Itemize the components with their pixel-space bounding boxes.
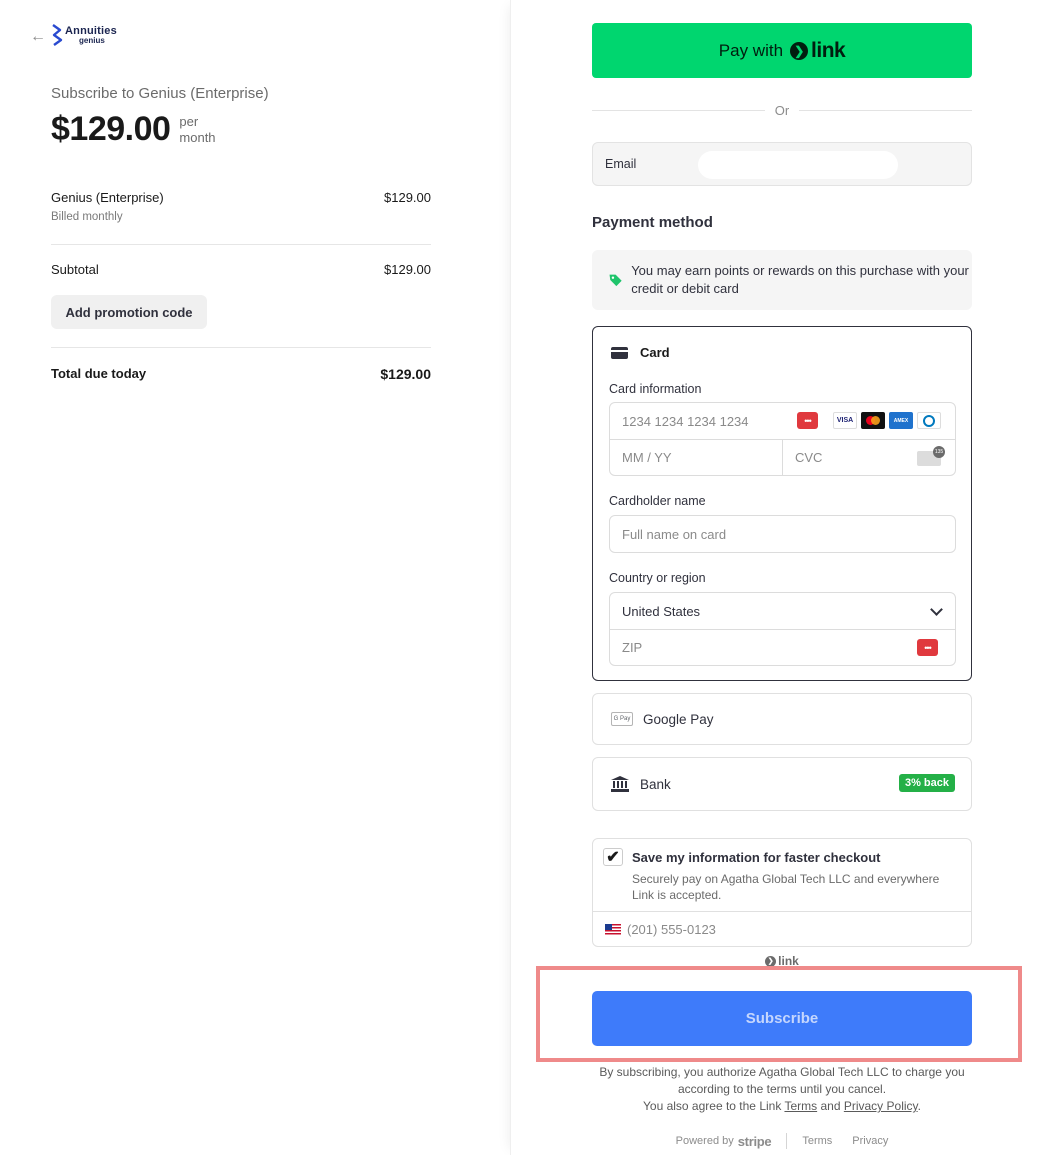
link-chevron-icon: ❯	[765, 955, 777, 967]
google-pay-option[interactable]: G Pay Google Pay	[592, 693, 972, 745]
footer: Powered by stripe Terms Privacy	[592, 1133, 972, 1149]
legal-line-2: You also agree to the Link Terms and Pri…	[643, 1099, 921, 1113]
price-amount: $129.00	[51, 110, 171, 148]
save-info-description: Securely pay on Agatha Global Tech LLC a…	[632, 872, 940, 902]
link-logo: ❯ link	[790, 38, 846, 63]
bank-label: Bank	[640, 776, 671, 792]
total-row: Total due today $129.00	[51, 366, 431, 382]
total-label: Total due today	[51, 366, 147, 381]
expiry-cvc-row: MM / YY CVC	[610, 439, 955, 476]
total-value: $129.00	[380, 366, 431, 382]
bank-option[interactable]: Bank 3% back	[592, 757, 972, 811]
email-field[interactable]: Email	[592, 142, 972, 186]
line-item-billing: Billed monthly	[51, 211, 123, 223]
save-info-box: ✔ Save my information for faster checkou…	[592, 838, 972, 947]
pay-with-text: Pay with	[718, 40, 784, 60]
tag-icon	[609, 274, 622, 287]
subtotal-value: $129.00	[384, 262, 431, 277]
cardholder-name-input[interactable]: Full name on card	[609, 515, 956, 553]
autofill-icon[interactable]: •••	[917, 639, 938, 656]
privacy-policy-link[interactable]: Privacy Policy	[844, 1099, 918, 1113]
cardholder-label: Cardholder name	[609, 494, 706, 508]
merchant-logo[interactable]: Annuities genius	[51, 24, 117, 48]
payment-method-title: Payment method	[592, 214, 713, 231]
zip-placeholder: ZIP	[622, 640, 643, 655]
country-value: United States	[622, 603, 701, 619]
country-label: Country or region	[609, 571, 706, 585]
google-pay-icon: G Pay	[611, 712, 633, 726]
cvc-placeholder: CVC	[795, 450, 823, 465]
card-payment-option[interactable]: Card Card information 1234 1234 1234 123…	[592, 326, 972, 681]
cashback-badge: 3% back	[898, 774, 955, 792]
subtotal-row: Subtotal $129.00	[51, 262, 431, 277]
zip-input[interactable]: ZIP •••	[610, 629, 955, 665]
us-flag-icon[interactable]	[605, 924, 621, 935]
footer-separator	[786, 1133, 788, 1149]
save-info-checkbox[interactable]: ✔	[603, 848, 623, 866]
email-redacted-value	[698, 151, 898, 179]
country-select[interactable]: United States	[610, 593, 955, 629]
footer-privacy-link[interactable]: Privacy	[852, 1135, 888, 1147]
pay-with-link-button[interactable]: Pay with ❯ link	[592, 23, 972, 78]
legal-line-1: By subscribing, you authorize Agatha Glo…	[599, 1065, 965, 1096]
link-chevron-icon: ❯	[790, 41, 809, 60]
cvc-input[interactable]: CVC	[782, 439, 955, 476]
card-header-label: Card	[640, 345, 670, 360]
add-promotion-code-button[interactable]: Add promotion code	[51, 295, 207, 329]
link-word: link	[811, 38, 846, 62]
line-item-price: $129.00	[384, 190, 431, 205]
back-arrow-icon[interactable]: ←	[30, 29, 46, 45]
country-zip-group: United States ZIP •••	[609, 592, 956, 666]
rewards-notice: You may earn points or rewards on this p…	[592, 250, 972, 310]
annuities-logo-icon	[52, 24, 63, 46]
price-row: $129.00 per month	[51, 110, 229, 149]
subscribe-button[interactable]: Subscribe	[592, 991, 972, 1046]
expiry-input[interactable]: MM / YY	[610, 440, 782, 476]
mastercard-icon	[861, 412, 885, 429]
cvc-card-icon	[917, 445, 945, 466]
divider	[51, 347, 431, 348]
product-title: Subscribe to Genius (Enterprise)	[51, 85, 269, 102]
divider	[51, 244, 431, 245]
legal-text: By subscribing, you authorize Agatha Glo…	[592, 1064, 972, 1115]
bank-icon	[611, 776, 629, 792]
cardholder-placeholder: Full name on card	[622, 526, 727, 542]
phone-placeholder: (201) 555-0123	[627, 922, 716, 937]
save-info-title: Save my information for faster checkout	[632, 850, 881, 865]
powered-by-text: Powered by	[675, 1135, 734, 1147]
line-item: Genius (Enterprise) Billed monthly $129.…	[51, 190, 431, 223]
amex-icon: AMEX	[889, 412, 913, 429]
diners-club-icon	[917, 412, 941, 429]
phone-input[interactable]: (201) 555-0123	[593, 911, 971, 947]
email-label: Email	[605, 157, 637, 171]
card-number-placeholder: 1234 1234 1234 1234	[622, 413, 749, 429]
or-text: Or	[774, 102, 790, 118]
price-period: per month	[179, 113, 216, 145]
link-terms-link[interactable]: Terms	[784, 1099, 817, 1113]
card-brands: VISA AMEX	[833, 412, 941, 429]
credit-card-icon	[611, 346, 628, 359]
autofill-icon[interactable]: •••	[797, 412, 818, 429]
footer-terms-link[interactable]: Terms	[802, 1135, 832, 1147]
card-info-label: Card information	[609, 382, 702, 396]
chevron-down-icon	[930, 603, 943, 616]
visa-icon: VISA	[833, 412, 857, 429]
card-info-group: 1234 1234 1234 1234 ••• VISA AMEX MM / Y…	[609, 402, 956, 476]
logo-sub-text: genius	[79, 36, 105, 45]
stripe-logo[interactable]: stripe	[738, 1134, 772, 1149]
card-number-input[interactable]: 1234 1234 1234 1234 ••• VISA AMEX	[610, 403, 955, 439]
or-divider: Or	[592, 102, 973, 118]
logo-main-text: Annuities	[65, 25, 117, 37]
line-item-name: Genius (Enterprise)	[51, 190, 164, 205]
rewards-text: You may earn points or rewards on this p…	[631, 263, 969, 296]
expiry-placeholder: MM / YY	[622, 450, 672, 465]
payment-panel: Pay with ❯ link Or Email Payment method …	[510, 0, 1058, 1155]
subtotal-label: Subtotal	[51, 262, 99, 277]
order-summary-panel: ← Annuities genius Subscribe to Genius (…	[0, 0, 510, 1155]
google-pay-label: Google Pay	[643, 711, 714, 727]
